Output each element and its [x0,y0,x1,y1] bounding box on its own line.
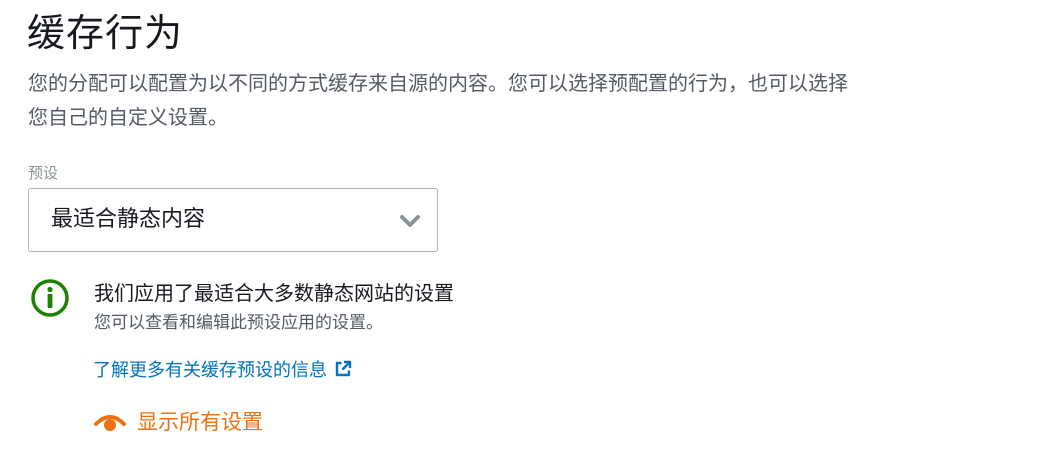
learn-more-link[interactable]: 了解更多有关缓存预设的信息 [93,357,352,385]
preset-label: 预设 [28,164,59,182]
info-icon [31,279,69,317]
show-all-settings-label: 显示所有设置 [137,410,263,434]
preset-selected-value: 最适合静态内容 [51,207,206,232]
info-title: 我们应用了最适合大多数静态网站的设置 [94,281,454,305]
cache-behavior-panel: 缓存行为 您的分配可以配置为以不同的方式缓存来自源的内容。您可以选择预配置的行为… [0,0,1053,459]
chevron-down-icon [400,215,420,227]
learn-more-label: 了解更多有关缓存预设的信息 [93,360,327,381]
info-subtitle: 您可以查看和编辑此预设应用的设置。 [94,313,383,333]
eye-icon [94,415,126,431]
page-description: 您的分配可以配置为以不同的方式缓存来自源的内容。您可以选择预配置的行为，也可以选… [28,71,848,129]
external-link-icon [335,360,352,377]
preset-select[interactable]: 最适合静态内容 [28,188,438,252]
page-title: 缓存行为 [27,11,184,55]
